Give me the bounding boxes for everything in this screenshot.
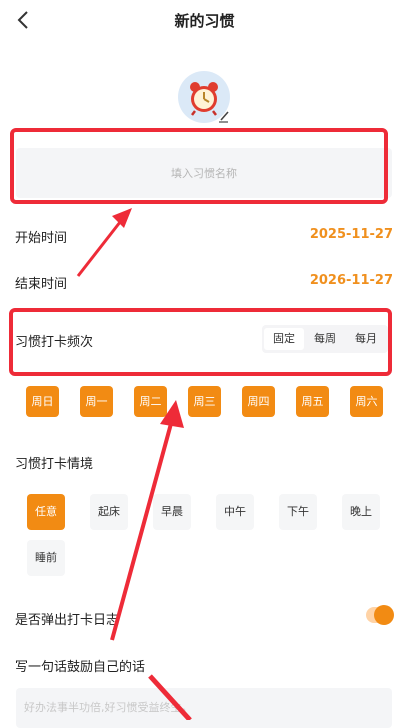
annotation-arrows — [76, 208, 192, 720]
